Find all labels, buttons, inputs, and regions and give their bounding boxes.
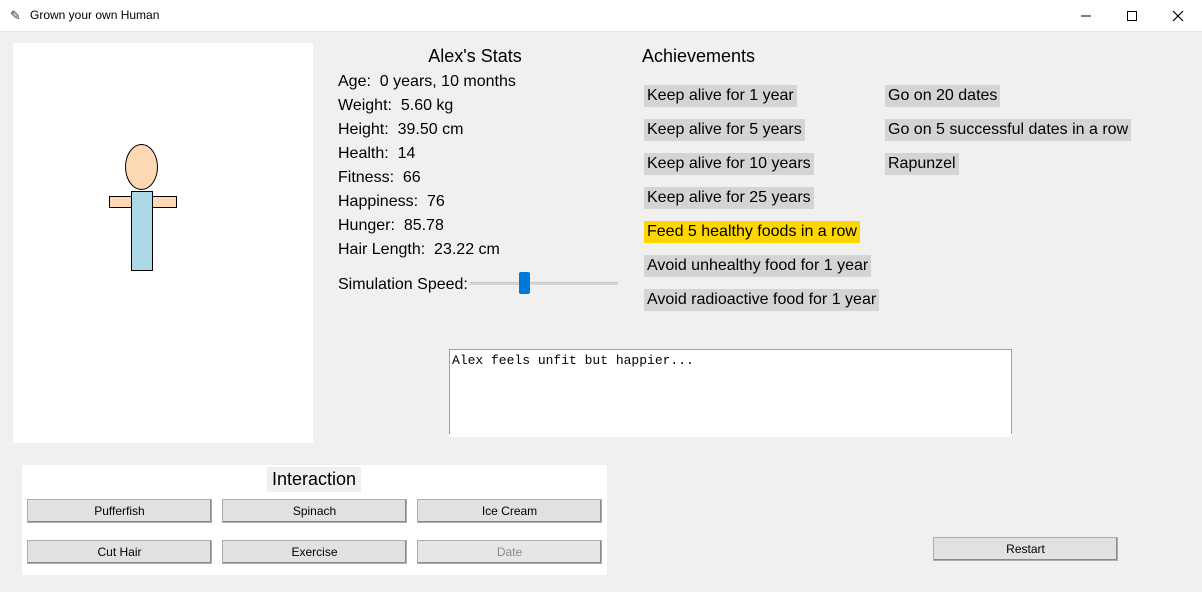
achievement-keep-alive-1-year: Keep alive for 1 year xyxy=(644,85,797,107)
pufferfish-button[interactable]: Pufferfish xyxy=(27,499,212,523)
feather-icon: ✎ xyxy=(10,8,21,23)
achievement-avoid-unhealthy: Avoid unhealthy food for 1 year xyxy=(644,255,872,277)
stat-fitness: Fitness: 66 xyxy=(338,169,421,186)
achievement-avoid-radioactive: Avoid radioactive food for 1 year xyxy=(644,289,880,311)
achievement-keep-alive-5-years: Keep alive for 5 years xyxy=(644,119,805,141)
stat-hair-length: Hair Length: 23.22 cm xyxy=(338,241,500,258)
character-torso xyxy=(131,191,153,271)
stats-title: Alex's Stats xyxy=(428,46,522,66)
message-log-footer xyxy=(449,434,1012,437)
exercise-button[interactable]: Exercise xyxy=(222,540,407,564)
achievement-healthy-foods: Feed 5 healthy foods in a row xyxy=(644,221,860,243)
achievement-20-dates: Go on 20 dates xyxy=(885,85,1001,107)
spinach-button[interactable]: Spinach xyxy=(222,499,407,523)
slider-thumb[interactable] xyxy=(519,272,530,294)
character-canvas xyxy=(13,43,313,443)
stat-happiness: Happiness: 76 xyxy=(338,193,445,210)
maximize-button[interactable] xyxy=(1109,0,1155,31)
stat-hunger: Hunger: 85.78 xyxy=(338,217,444,234)
message-log-text: Alex feels unfit but happier... xyxy=(452,353,694,368)
title-bar: ✎ Grown your own Human xyxy=(0,0,1202,32)
stat-health: Health: 14 xyxy=(338,145,416,162)
window-title: Grown your own Human xyxy=(30,8,160,22)
ice-cream-button[interactable]: Ice Cream xyxy=(417,499,602,523)
date-button[interactable]: Date xyxy=(417,540,602,564)
character-head xyxy=(125,144,158,190)
stat-age: Age: 0 years, 10 months xyxy=(338,73,516,90)
simulation-speed-slider[interactable] xyxy=(470,270,620,298)
achievement-keep-alive-25-years: Keep alive for 25 years xyxy=(644,187,814,209)
stat-weight: Weight: 5.60 kg xyxy=(338,97,454,114)
achievements-title: Achievements xyxy=(642,46,756,66)
message-log[interactable]: Alex feels unfit but happier... xyxy=(449,349,1012,434)
achievement-keep-alive-10-years: Keep alive for 10 years xyxy=(644,153,814,175)
interaction-title: Interaction xyxy=(267,467,361,492)
achievement-rapunzel: Rapunzel xyxy=(885,153,959,175)
stat-height: Height: 39.50 cm xyxy=(338,121,464,138)
minimize-button[interactable] xyxy=(1063,0,1109,31)
restart-button[interactable]: Restart xyxy=(933,537,1118,561)
minimize-icon xyxy=(1081,15,1091,16)
close-button[interactable] xyxy=(1155,0,1201,31)
maximize-icon xyxy=(1127,10,1137,21)
close-icon xyxy=(1172,10,1184,21)
achievement-5-successful-dates: Go on 5 successful dates in a row xyxy=(885,119,1132,141)
simulation-speed-label: Simulation Speed: xyxy=(338,276,468,293)
cut-hair-button[interactable]: Cut Hair xyxy=(27,540,212,564)
slider-track[interactable] xyxy=(470,282,618,285)
